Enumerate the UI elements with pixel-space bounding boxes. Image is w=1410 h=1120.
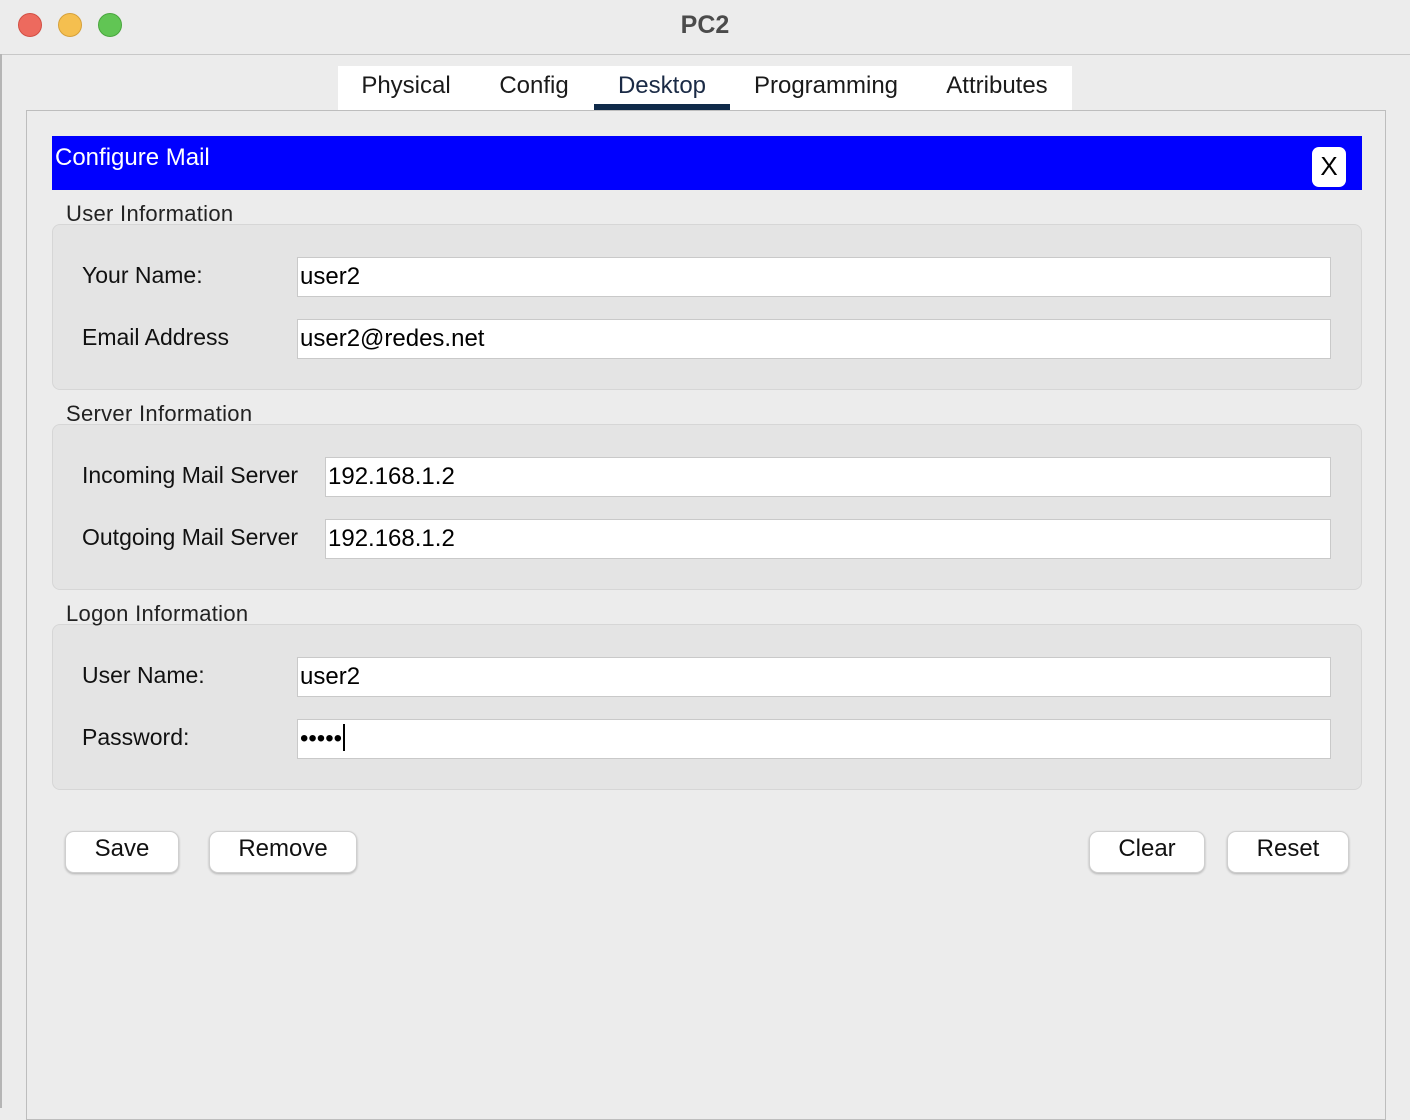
tab-desktop-label: Desktop	[617, 72, 707, 99]
configure-mail-title: Configure Mail	[55, 144, 210, 171]
password-mask: •••••	[300, 725, 343, 752]
tab-config-label: Config	[499, 72, 569, 99]
your-name-label: Your Name:	[82, 262, 203, 288]
incoming-mail-server-input[interactable]: 192.168.1.2	[325, 457, 1331, 497]
close-button[interactable]: X	[1312, 147, 1346, 187]
tab-programming[interactable]: Programming	[730, 66, 922, 110]
tab-physical[interactable]: Physical	[338, 66, 474, 110]
tab-attributes[interactable]: Attributes	[922, 66, 1072, 110]
tab-physical-label: Physical	[361, 72, 451, 99]
user-information-heading: User Information	[66, 201, 234, 226]
password-label: Password:	[82, 724, 190, 750]
email-address-input[interactable]: user2@redes.net	[297, 319, 1331, 359]
your-name-input[interactable]: user2	[297, 257, 1331, 297]
outgoing-mail-server-label: Outgoing Mail Server	[82, 524, 299, 550]
user-information-group	[52, 224, 1362, 390]
window-titlebar: PC2	[0, 0, 1410, 55]
logon-information-heading: Logon Information	[66, 601, 249, 626]
tab-bar: Physical Config Desktop Programming Attr…	[338, 66, 1072, 110]
clear-button[interactable]: Clear	[1089, 831, 1205, 873]
user-name-label: User Name:	[82, 662, 205, 688]
tab-programming-label: Programming	[753, 72, 899, 99]
configure-mail-header: Configure Mail X	[52, 136, 1362, 190]
server-information-heading: Server Information	[66, 401, 253, 426]
tab-desktop[interactable]: Desktop	[594, 66, 730, 110]
tab-attributes-label: Attributes	[946, 72, 1048, 99]
incoming-mail-server-label: Incoming Mail Server	[82, 462, 299, 488]
window-title: PC2	[680, 11, 730, 39]
window-left-edge	[0, 54, 2, 1108]
password-input[interactable]: •••••	[297, 719, 1331, 759]
save-button[interactable]: Save	[65, 831, 179, 873]
email-address-label: Email Address	[82, 324, 230, 350]
logon-information-group	[52, 624, 1362, 790]
server-information-group	[52, 424, 1362, 590]
outgoing-mail-server-input[interactable]: 192.168.1.2	[325, 519, 1331, 559]
remove-button[interactable]: Remove	[209, 831, 357, 873]
reset-button[interactable]: Reset	[1227, 831, 1349, 873]
text-cursor	[343, 724, 346, 752]
user-name-input[interactable]: user2	[297, 657, 1331, 697]
tab-config[interactable]: Config	[474, 66, 594, 110]
